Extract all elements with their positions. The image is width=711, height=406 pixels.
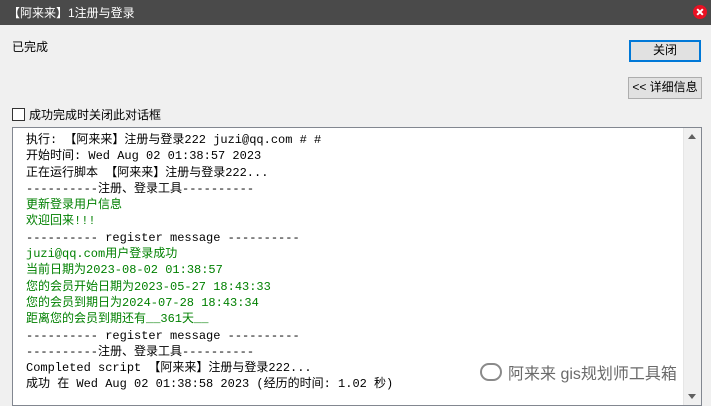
close-icon[interactable] (693, 5, 707, 19)
log-line: 距离您的会员到期还有__361天__ (26, 312, 209, 327)
log-line: 您的会员到期日为2024-07-28 18:43:34 (26, 295, 259, 310)
log-line: 您的会员开始日期为2023-05-27 18:43:33 (26, 279, 271, 294)
log-line: ----------注册、登录工具---------- (26, 181, 255, 196)
status-text: 已完成 (12, 40, 49, 54)
log-line: 当前日期为2023-08-02 01:38:57 (26, 263, 223, 278)
chevron-down-icon[interactable] (688, 394, 696, 399)
title-bar: 【阿来来】1注册与登录 (0, 0, 711, 25)
vertical-scrollbar[interactable] (683, 128, 701, 405)
log-line: 开始时间: Wed Aug 02 01:38:57 2023 (26, 149, 262, 164)
log-line: 执行: 【阿来来】注册与登录222 juzi@qq.com # # (26, 133, 322, 147)
log-line: ---------- register message ---------- (26, 328, 300, 343)
chevron-up-icon[interactable] (688, 134, 696, 139)
window-title: 【阿来来】1注册与登录 (8, 6, 135, 20)
log-line: juzi@qq.com用户登录成功 (26, 247, 178, 262)
log-lines: 执行: 【阿来来】注册与登录222 juzi@qq.com # # 开始时间: W… (26, 132, 676, 393)
close-button[interactable]: 关闭 (629, 40, 701, 62)
checkbox-label: 成功完成时关闭此对话框 (29, 108, 162, 122)
log-line: 欢迎回来!!! (26, 214, 96, 229)
log-line: 更新登录用户信息 (26, 198, 123, 213)
watermark-text: 阿来来 gis规划师工具箱 (508, 366, 677, 383)
details-button[interactable]: << 详细信息 (628, 77, 702, 99)
close-on-success-checkbox[interactable]: 成功完成时关闭此对话框 (12, 106, 161, 123)
watermark: 阿来来 gis规划师工具箱 (480, 360, 677, 384)
log-line: ---------- register message ---------- (26, 230, 300, 245)
log-line: ----------注册、登录工具---------- (26, 344, 255, 359)
log-line: 正在运行脚本 【阿来来】注册与登录222... (26, 165, 269, 180)
checkbox-box[interactable] (12, 108, 25, 121)
wechat-icon (480, 363, 502, 381)
